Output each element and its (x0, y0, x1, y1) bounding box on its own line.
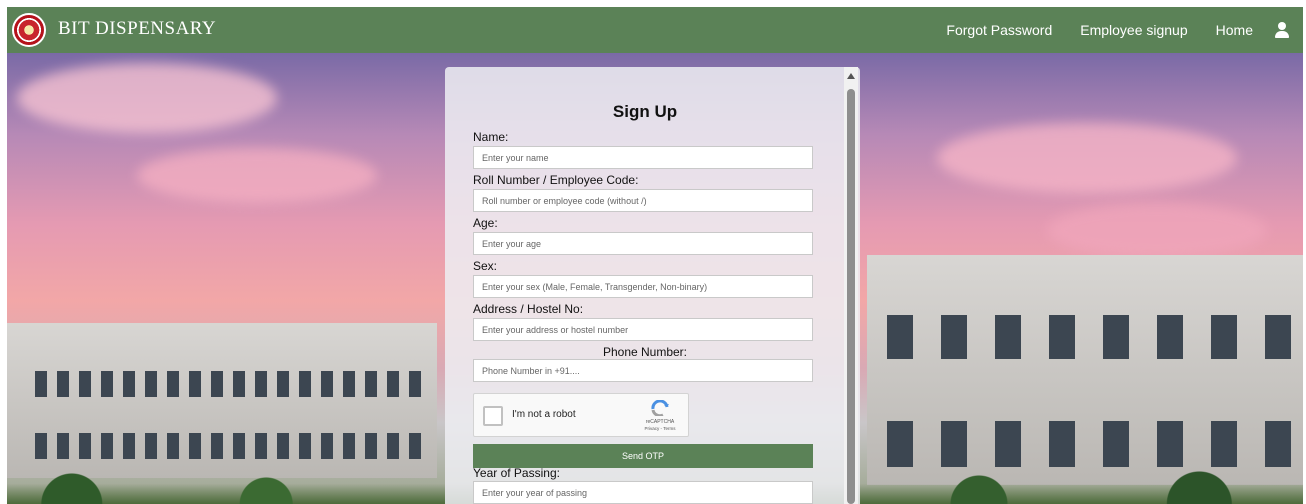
signup-form-card: Sign Up Name: Roll Number / Employee Cod… (445, 67, 860, 504)
year-of-passing-input[interactable] (473, 481, 813, 504)
cloud-shape (137, 148, 377, 203)
roll-number-label: Roll Number / Employee Code: (473, 173, 639, 187)
phone-label: Phone Number: (602, 345, 688, 359)
form-title: Sign Up (612, 102, 678, 121)
left-building-windows (35, 371, 421, 397)
recaptcha-brand: reCAPTCHA (645, 419, 675, 425)
recaptcha-terms-link[interactable]: Privacy - Terms (636, 426, 684, 431)
nav-employee-signup[interactable]: Employee signup (1080, 22, 1187, 38)
name-label: Name: (473, 130, 509, 144)
address-label: Address / Hostel No: (473, 302, 584, 316)
nav-links: Forgot Password Employee signup Home (918, 7, 1289, 53)
cloud-shape (1047, 203, 1267, 258)
sex-input[interactable] (473, 275, 813, 298)
recaptcha-label: I'm not a robot (512, 409, 576, 420)
age-label: Age: (473, 216, 498, 230)
right-building-windows (887, 421, 1291, 467)
scroll-up-arrow-icon[interactable] (847, 73, 855, 79)
cloud-shape (17, 63, 277, 133)
address-input[interactable] (473, 318, 813, 341)
nav-forgot-password[interactable]: Forgot Password (946, 22, 1052, 38)
year-of-passing-label: Year of Passing: (473, 466, 560, 480)
nav-home[interactable]: Home (1216, 22, 1253, 38)
phone-input[interactable] (473, 359, 813, 382)
recaptcha-widget: I'm not a robot reCAPTCHA Privacy - Term… (473, 393, 689, 437)
roll-number-input[interactable] (473, 189, 813, 212)
recaptcha-checkbox[interactable] (483, 406, 503, 426)
left-building-windows (35, 433, 421, 459)
name-input[interactable] (473, 146, 813, 169)
send-otp-button[interactable]: Send OTP (473, 444, 813, 468)
scrollbar-thumb[interactable] (847, 89, 855, 504)
sex-label: Sex: (473, 259, 498, 273)
brand-title[interactable]: BIT DISPENSARY (58, 18, 216, 40)
institute-logo[interactable] (12, 13, 46, 47)
cloud-shape (937, 123, 1237, 193)
right-building-windows (887, 315, 1291, 359)
recaptcha-icon (651, 400, 669, 416)
top-navbar: BIT DISPENSARY Forgot Password Employee … (7, 7, 1303, 53)
age-input[interactable] (473, 232, 813, 255)
user-icon[interactable] (1275, 22, 1289, 38)
page-frame: BIT DISPENSARY Forgot Password Employee … (7, 7, 1303, 504)
form-scrollbar[interactable] (844, 67, 858, 504)
